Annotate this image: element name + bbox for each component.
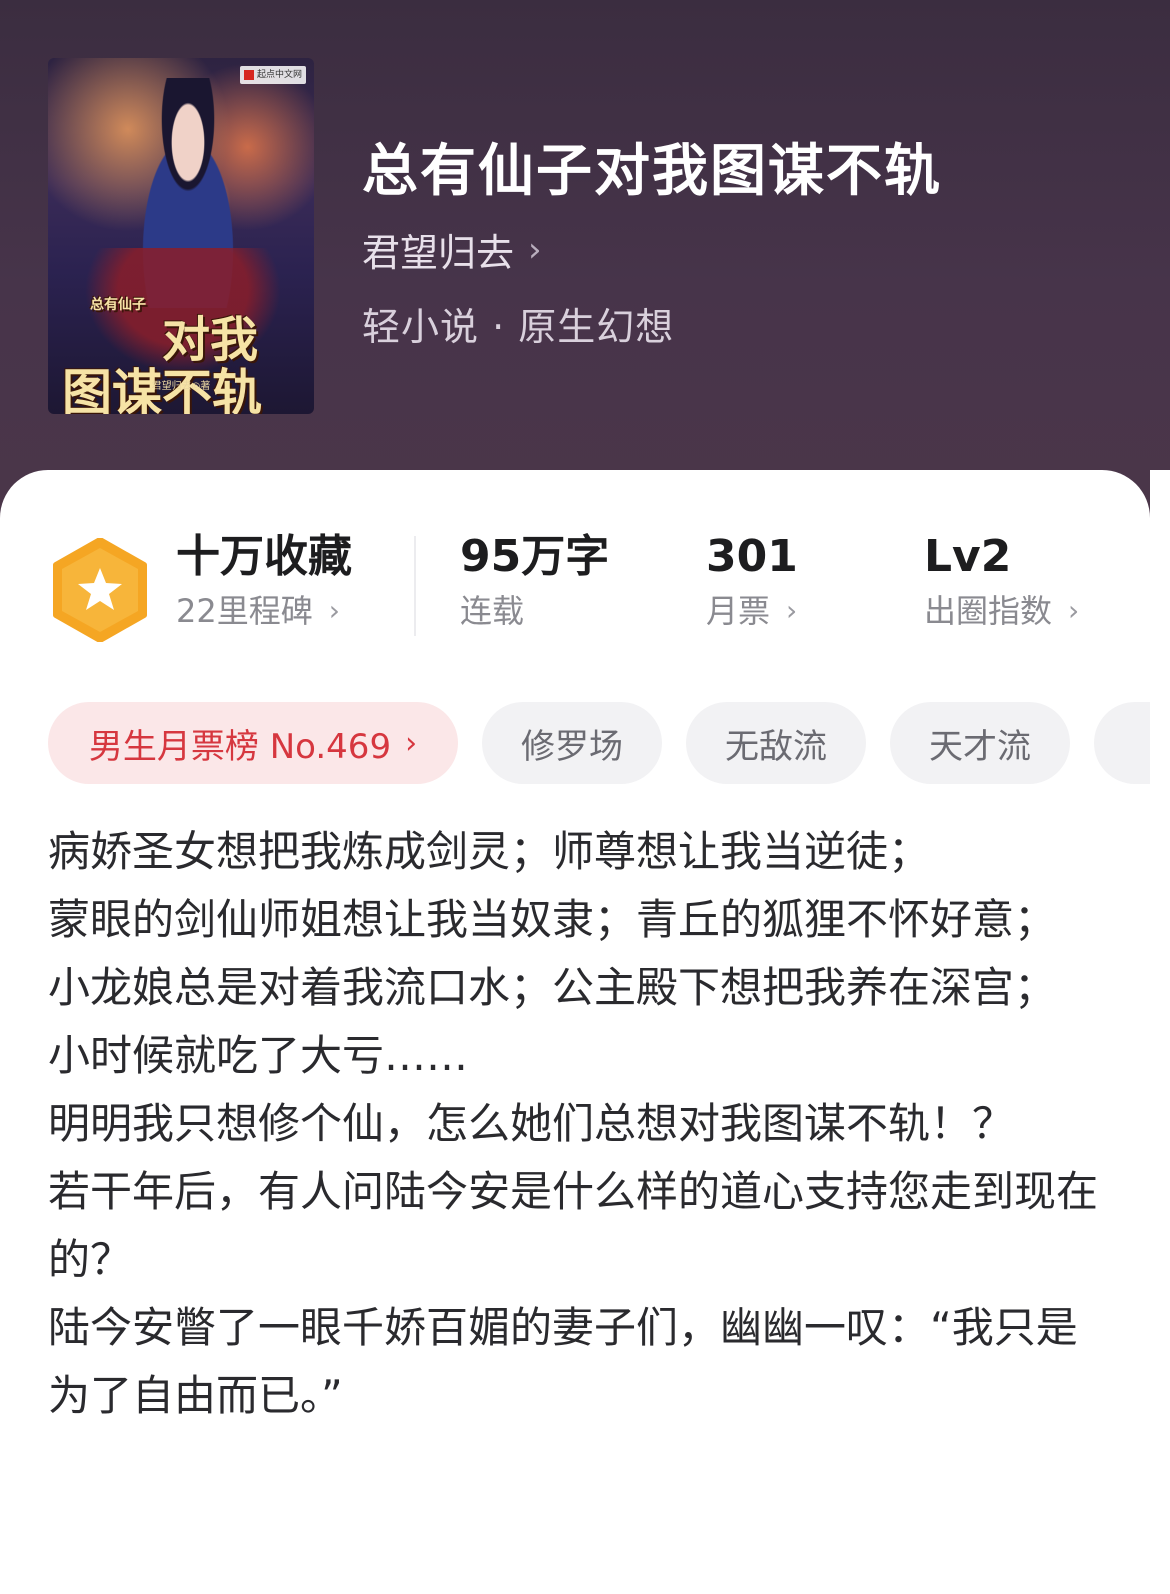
book-header: 起点中文网 总有仙子 对我 图谋不轨 君望归去◎著 总有仙子对我图谋不轨 君望归… — [0, 0, 1170, 520]
tag-chip-partial[interactable] — [1094, 702, 1150, 784]
publisher-logo: 起点中文网 — [239, 66, 306, 84]
chevron-right-icon: › — [786, 594, 798, 627]
milestone-label: 22里程碑 — [176, 592, 313, 630]
synopsis-line: 病娇圣女想把我炼成剑灵；师尊想让我当逆徒； — [48, 827, 931, 876]
tag-chip[interactable]: 无敌流 — [686, 702, 866, 784]
cover-author-line: 君望归去◎著 — [151, 381, 211, 392]
ticket-label: 月票 — [706, 592, 771, 630]
book-synopsis: 病娇圣女想把我炼成剑灵；师尊想让我当逆徒； 蒙眼的剑仙师姐想让我当奴隶；青丘的狐… — [48, 818, 1108, 1430]
word-count: 95万字 — [460, 531, 610, 582]
book-genre: 轻小说 · 原生幻想 — [362, 305, 675, 349]
tag-row: 男生月票榜 No.469 › 修罗场 无敌流 天才流 — [48, 702, 1150, 784]
level-label: 出圈指数 — [924, 592, 1053, 630]
stat-monthly-tickets[interactable]: 301 月票 › — [706, 528, 798, 636]
card-edge — [1150, 470, 1170, 1594]
synopsis-line: 若干年后，有人问陆今安是什么样的道心支持您走到现在的？ — [48, 1167, 1099, 1284]
stat-popularity-level[interactable]: Lv2 出圈指数 › — [924, 528, 1079, 636]
author-name: 君望归去 — [362, 231, 515, 275]
synopsis-line: 陆今安瞥了一眼千娇百媚的妻子们，幽幽一叹：“我只是为了自由而已。” — [48, 1303, 1078, 1420]
stat-collection[interactable]: 十万收藏 22里程碑 › — [176, 528, 352, 636]
rank-label: 男生月票榜 No.469 — [88, 726, 392, 767]
stat-words: 95万字 连载 — [460, 528, 609, 636]
chevron-right-icon: › — [328, 594, 340, 627]
tag-chip[interactable]: 修罗场 — [482, 702, 662, 784]
rank-chip[interactable]: 男生月票榜 No.469 › — [48, 702, 458, 784]
serial-status: 连载 — [460, 592, 525, 630]
ticket-count: 301 — [706, 531, 798, 582]
chevron-right-icon: › — [528, 229, 542, 270]
chevron-right-icon: › — [1068, 594, 1080, 627]
synopsis-line: 小时候就吃了大亏…… — [48, 1031, 469, 1080]
level-value: Lv2 — [924, 531, 1012, 582]
tag-chip[interactable]: 天才流 — [890, 702, 1070, 784]
synopsis-line: 蒙眼的剑仙师姐想让我当奴隶；青丘的狐狸不怀好意； — [48, 895, 1057, 944]
synopsis-line: 小龙娘总是对着我流口水；公主殿下想把我养在深宫； — [48, 963, 1057, 1012]
collection-value: 十万收藏 — [176, 531, 352, 582]
author-link[interactable]: 君望归去 › — [362, 222, 542, 277]
chevron-right-icon: › — [405, 725, 418, 761]
cover-title-art: 总有仙子 对我 图谋不轨 — [62, 297, 262, 414]
book-info-card: 十万收藏 22里程碑 › 95万字 连载 301 月票 › Lv2 出圈指数 › 男生… — [0, 470, 1150, 1594]
stat-divider — [414, 536, 416, 636]
book-cover-image[interactable]: 起点中文网 总有仙子 对我 图谋不轨 君望归去◎著 — [48, 58, 314, 414]
star-badge-icon — [53, 538, 147, 642]
synopsis-line: 明明我只想修个仙，怎么她们总想对我图谋不轨！？ — [48, 1099, 1015, 1148]
book-title: 总有仙子对我图谋不轨 — [362, 139, 942, 204]
